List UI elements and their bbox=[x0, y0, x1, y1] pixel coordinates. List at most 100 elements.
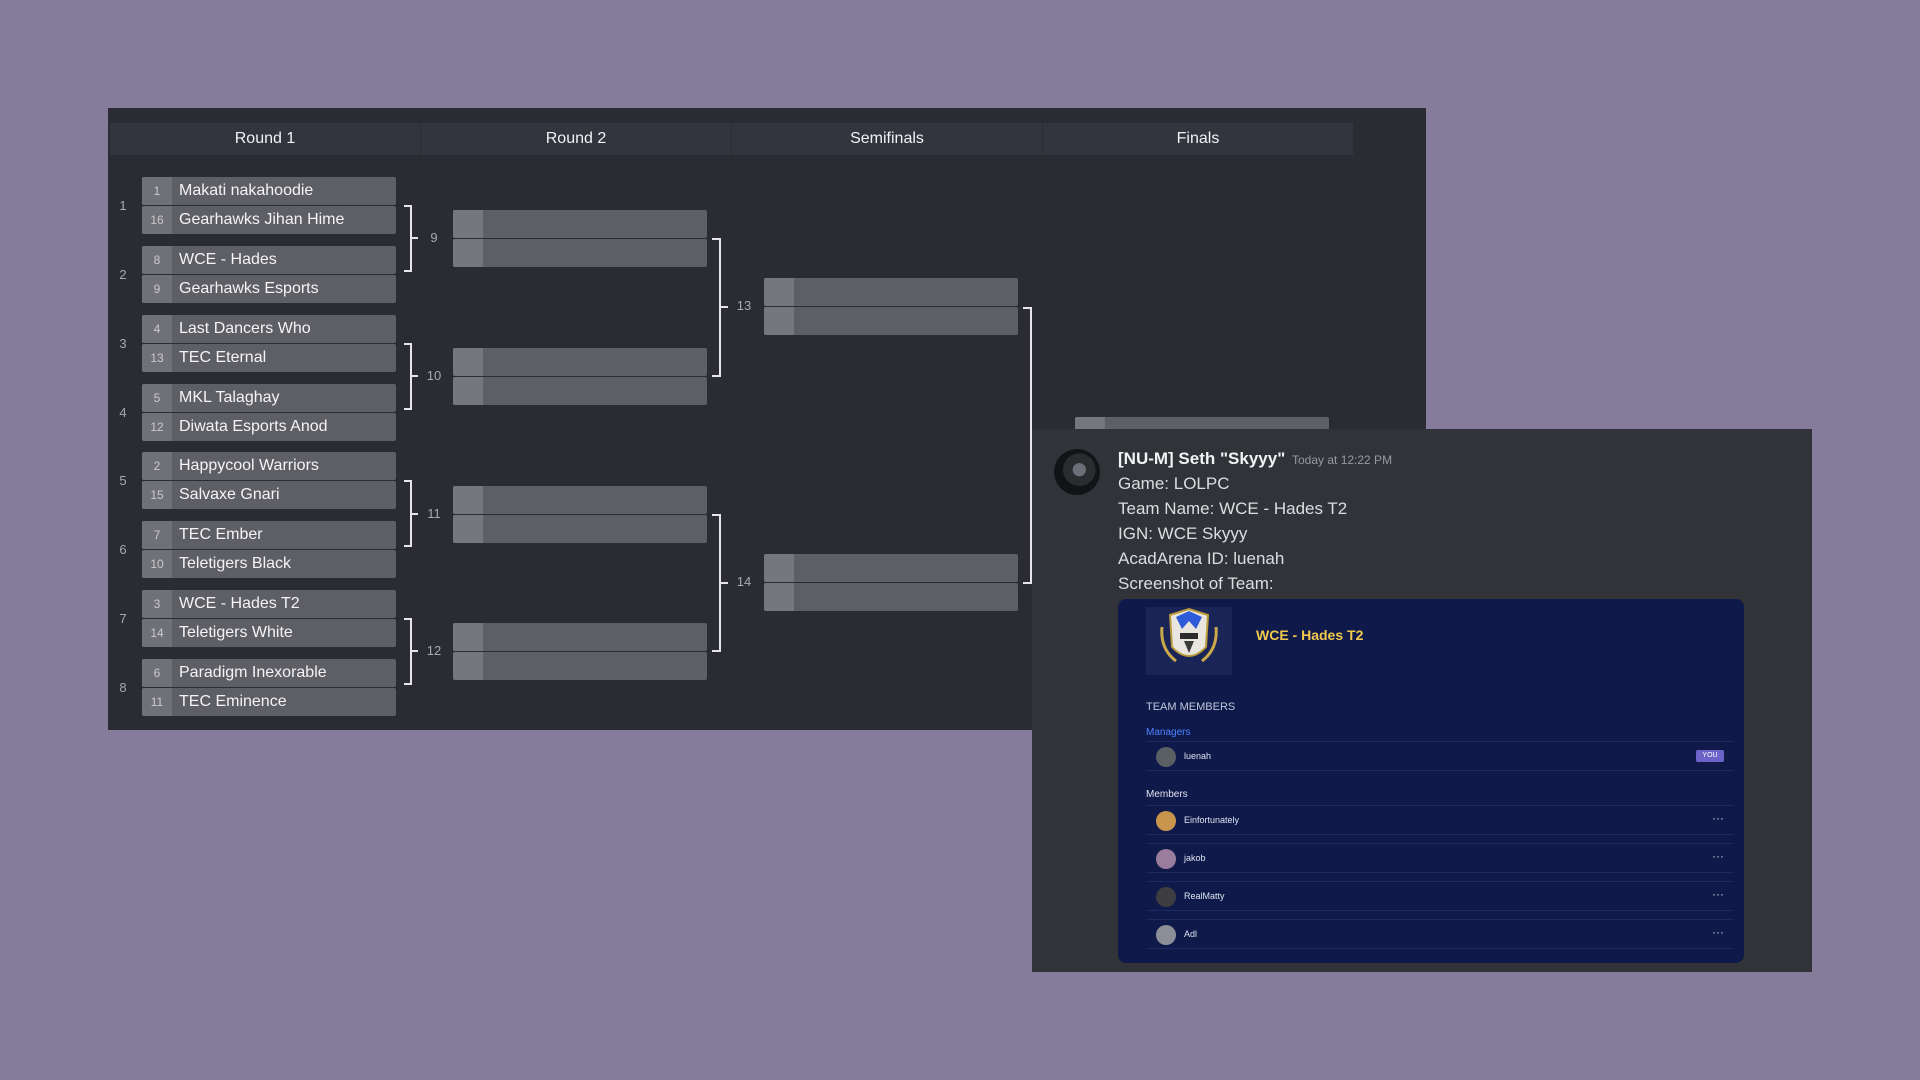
empty-slot[interactable] bbox=[764, 307, 1018, 335]
seed bbox=[453, 652, 483, 680]
member-name: RealMatty bbox=[1184, 891, 1225, 901]
seed: 11 bbox=[142, 688, 172, 716]
match-number: 9 bbox=[430, 230, 438, 245]
team-slot[interactable]: 8 WCE - Hades bbox=[142, 246, 396, 274]
more-options-icon[interactable]: ··· bbox=[1712, 925, 1724, 939]
match-number: 5 bbox=[119, 473, 127, 488]
seed bbox=[764, 554, 794, 582]
team-slot[interactable]: 7 TEC Ember bbox=[142, 521, 396, 549]
avatar bbox=[1156, 925, 1176, 945]
more-options-icon[interactable]: ··· bbox=[1712, 849, 1724, 863]
team-slot[interactable]: 10 Teletigers Black bbox=[142, 550, 396, 578]
team-screenshot[interactable]: WCE - Hades T2 TEAM MEMBERS Managers lue… bbox=[1118, 599, 1744, 963]
member-row[interactable]: Adl ··· bbox=[1146, 919, 1734, 949]
team-slot[interactable]: 15 Salvaxe Gnari bbox=[142, 481, 396, 509]
seed: 7 bbox=[142, 521, 172, 549]
seed bbox=[453, 623, 483, 651]
message-line: AcadArena ID: luenah bbox=[1118, 549, 1285, 568]
empty-slot[interactable] bbox=[453, 377, 707, 405]
team-name: WCE - Hades T2 bbox=[179, 595, 300, 612]
team-slot[interactable]: 12 Diwata Esports Anod bbox=[142, 413, 396, 441]
seed bbox=[453, 515, 483, 543]
match-number: 12 bbox=[426, 643, 442, 658]
team-slot[interactable]: 6 Paradigm Inexorable bbox=[142, 659, 396, 687]
team-name: Salvaxe Gnari bbox=[179, 486, 280, 503]
seed: 4 bbox=[142, 315, 172, 343]
team-name: Paradigm Inexorable bbox=[179, 664, 327, 681]
more-options-icon[interactable]: ··· bbox=[1712, 887, 1724, 901]
member-row[interactable]: Einfortunately ··· bbox=[1146, 805, 1734, 835]
member-name: Einfortunately bbox=[1184, 815, 1240, 825]
team-name: MKL Talaghay bbox=[179, 389, 280, 406]
manager-row[interactable]: luenah YOU bbox=[1146, 741, 1734, 771]
match-number: 1 bbox=[119, 198, 127, 213]
message-line: Team Name: WCE - Hades T2 bbox=[1118, 499, 1348, 518]
empty-slot[interactable] bbox=[453, 623, 707, 651]
empty-slot[interactable] bbox=[453, 486, 707, 514]
more-options-icon[interactable]: ··· bbox=[1712, 811, 1724, 825]
match-number: 8 bbox=[119, 680, 127, 695]
team-slot[interactable]: 14 Teletigers White bbox=[142, 619, 396, 647]
avatar[interactable] bbox=[1054, 449, 1100, 495]
seed bbox=[764, 583, 794, 611]
team-slot[interactable]: 2 Happycool Warriors bbox=[142, 452, 396, 480]
team-name: TEC Eternal bbox=[179, 349, 267, 366]
member-name: luenah bbox=[1184, 751, 1212, 761]
seed: 13 bbox=[142, 344, 172, 372]
member-row[interactable]: RealMatty ··· bbox=[1146, 881, 1734, 911]
team-slot[interactable]: 1 Makati nakahoodie bbox=[142, 177, 396, 205]
member-name: jakob bbox=[1184, 853, 1206, 863]
seed bbox=[764, 278, 794, 306]
empty-slot[interactable] bbox=[453, 652, 707, 680]
avatar bbox=[1156, 887, 1176, 907]
seed bbox=[453, 377, 483, 405]
empty-slot[interactable] bbox=[764, 554, 1018, 582]
team-name: Gearhawks Esports bbox=[179, 280, 319, 297]
seed: 3 bbox=[142, 590, 172, 618]
message-line: IGN: WCE Skyyy bbox=[1118, 524, 1248, 543]
match-number: 10 bbox=[426, 368, 442, 383]
seed: 9 bbox=[142, 275, 172, 303]
team-slot[interactable]: 16 Gearhawks Jihan Hime bbox=[142, 206, 396, 234]
you-badge: YOU bbox=[1696, 750, 1724, 762]
team-name: TEC Eminence bbox=[179, 693, 287, 710]
discord-message: [NU-M] Seth "Skyyy" Today at 12:22 PM Ga… bbox=[1032, 429, 1812, 972]
team-slot[interactable]: 3 WCE - Hades T2 bbox=[142, 590, 396, 618]
avatar bbox=[1156, 811, 1176, 831]
members-heading: Members bbox=[1146, 789, 1188, 800]
avatar bbox=[1156, 849, 1176, 869]
match-number: 6 bbox=[119, 542, 127, 557]
avatar bbox=[1156, 747, 1176, 767]
message-author[interactable]: [NU-M] Seth "Skyyy" bbox=[1118, 449, 1285, 469]
match-number: 3 bbox=[119, 336, 127, 351]
match-number: 4 bbox=[119, 405, 127, 420]
match-number: 14 bbox=[736, 574, 752, 589]
team-name: Makati nakahoodie bbox=[179, 182, 314, 199]
match-number: 7 bbox=[119, 611, 127, 626]
seed: 15 bbox=[142, 481, 172, 509]
member-row[interactable]: jakob ··· bbox=[1146, 843, 1734, 873]
empty-slot[interactable] bbox=[453, 239, 707, 267]
team-members-heading: TEAM MEMBERS bbox=[1146, 701, 1236, 713]
seed: 12 bbox=[142, 413, 172, 441]
seed: 1 bbox=[142, 177, 172, 205]
empty-slot[interactable] bbox=[764, 583, 1018, 611]
team-slot[interactable]: 13 TEC Eternal bbox=[142, 344, 396, 372]
team-slot[interactable]: 4 Last Dancers Who bbox=[142, 315, 396, 343]
empty-slot[interactable] bbox=[453, 515, 707, 543]
seed bbox=[453, 486, 483, 514]
seed: 2 bbox=[142, 452, 172, 480]
team-name: WCE - Hades bbox=[179, 251, 277, 268]
team-name: Happycool Warriors bbox=[179, 457, 319, 474]
team-logo-icon bbox=[1146, 607, 1232, 675]
managers-heading: Managers bbox=[1146, 727, 1191, 738]
seed bbox=[453, 210, 483, 238]
team-slot[interactable]: 9 Gearhawks Esports bbox=[142, 275, 396, 303]
team-slot[interactable]: 11 TEC Eminence bbox=[142, 688, 396, 716]
empty-slot[interactable] bbox=[453, 348, 707, 376]
team-slot[interactable]: 5 MKL Talaghay bbox=[142, 384, 396, 412]
empty-slot[interactable] bbox=[764, 278, 1018, 306]
empty-slot[interactable] bbox=[453, 210, 707, 238]
team-name: TEC Ember bbox=[179, 526, 263, 543]
seed: 6 bbox=[142, 659, 172, 687]
